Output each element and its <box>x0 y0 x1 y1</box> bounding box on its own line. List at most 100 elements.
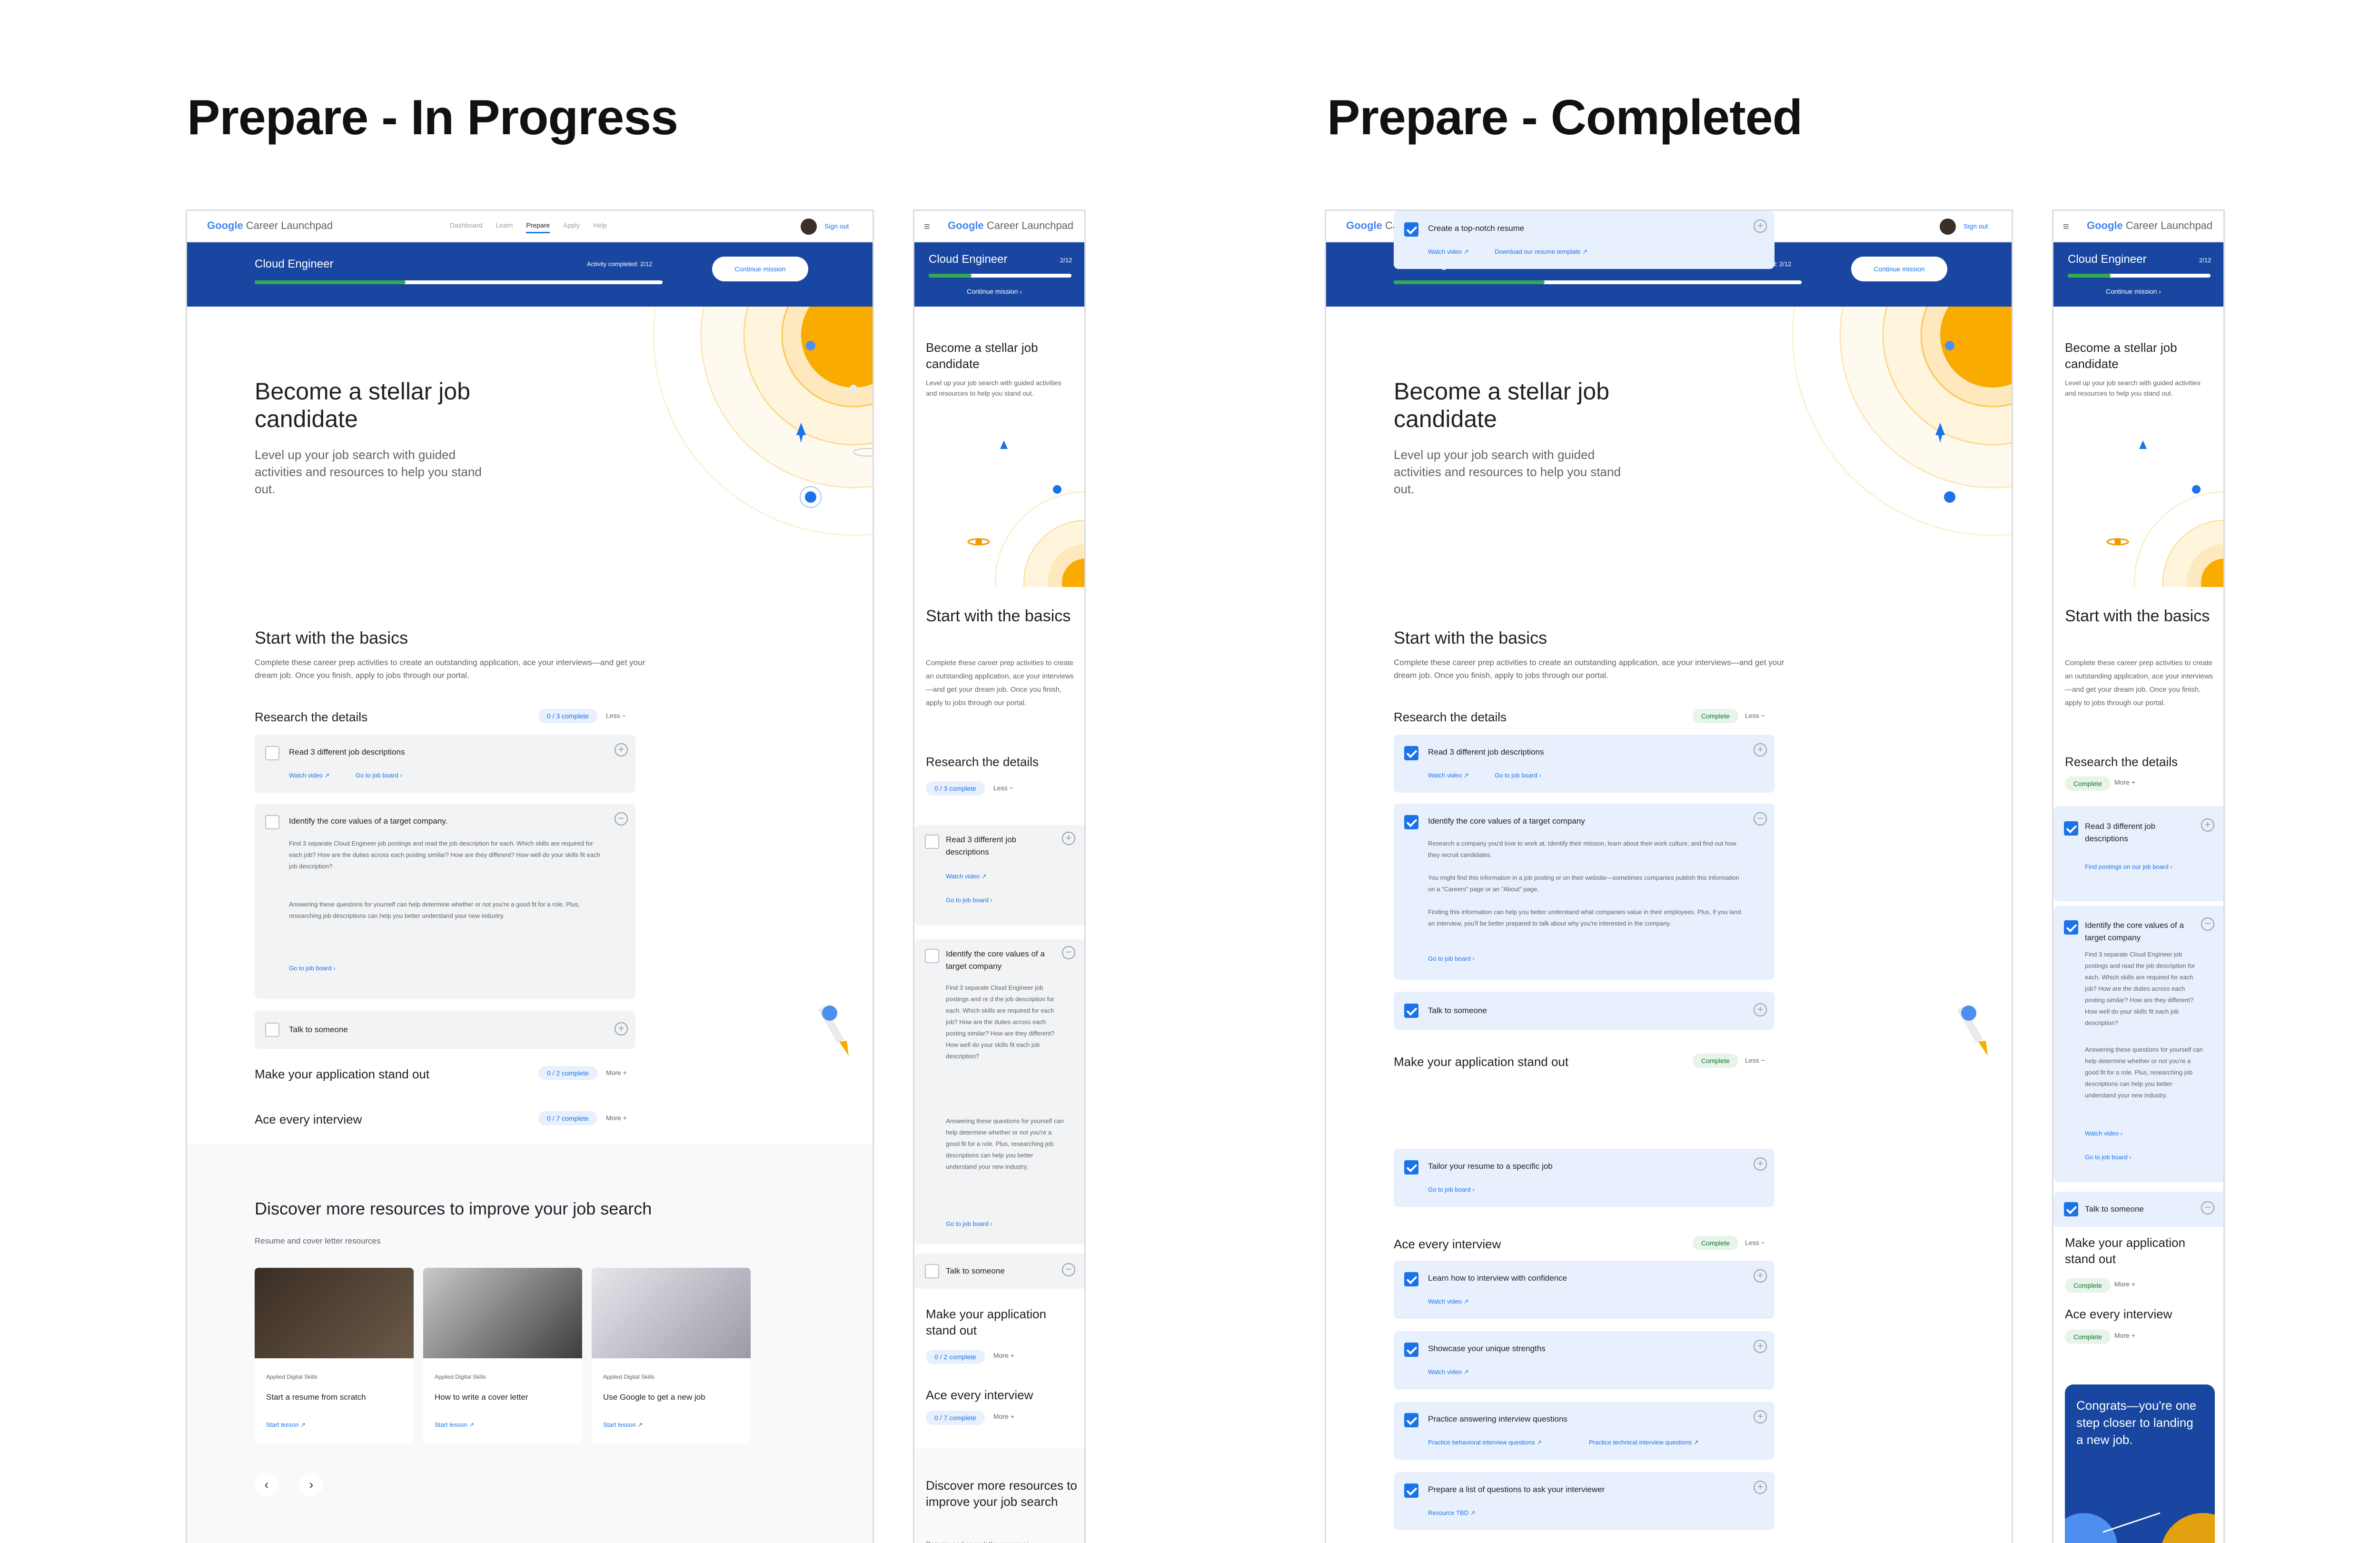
task-card-core-values[interactable]: Identify the core values of a target com… <box>255 804 635 999</box>
menu-icon[interactable]: ≡ <box>2063 220 2069 233</box>
sign-out-link[interactable]: Sign out <box>824 222 849 230</box>
task-card-questions[interactable]: Prepare a list of questions to ask your … <box>1394 1472 1775 1530</box>
expand-icon[interactable]: + <box>1754 1410 1767 1424</box>
carousel-next-button[interactable]: › <box>299 1473 323 1496</box>
watch-video-link[interactable]: Watch video › <box>2085 1130 2122 1137</box>
nav-prepare[interactable]: Prepare <box>526 221 550 233</box>
continue-mission-link[interactable]: Continue mission › <box>967 288 1022 295</box>
task-checkbox[interactable] <box>265 746 279 760</box>
task-checkbox[interactable] <box>1404 1413 1418 1427</box>
task-checkbox[interactable] <box>1404 815 1418 829</box>
avatar[interactable] <box>801 219 817 235</box>
watch-video-link[interactable]: Watch video ↗ <box>1428 1368 1469 1376</box>
task-card-resume[interactable]: Create a top-notch resume + Watch video … <box>1394 211 1775 269</box>
task-checkbox[interactable] <box>925 1264 939 1278</box>
watch-video-link[interactable]: Watch video ↗ <box>289 772 330 779</box>
task-checkbox[interactable] <box>2064 920 2078 935</box>
expand-icon[interactable]: + <box>615 743 628 757</box>
task-card-talk[interactable]: Talk to someone − <box>914 1254 1084 1289</box>
technical-questions-link[interactable]: Practice technical interview questions ↗ <box>1589 1439 1699 1446</box>
research-toggle[interactable]: More + <box>2114 778 2135 786</box>
task-card-read[interactable]: Read 3 different job descriptions + Watc… <box>1394 735 1775 793</box>
job-board-link[interactable]: Go to job board › <box>1428 955 1475 962</box>
task-card-strengths[interactable]: Showcase your unique strengths + Watch v… <box>1394 1331 1775 1389</box>
job-board-link[interactable]: Go to job board › <box>946 1220 992 1227</box>
collapse-icon[interactable]: − <box>615 812 628 826</box>
task-card-talk[interactable]: Talk to someone + <box>1394 992 1775 1030</box>
start-lesson-link[interactable]: Start lesson ↗ <box>266 1421 306 1429</box>
job-board-link[interactable]: Go to job board › <box>1495 772 1541 779</box>
interview-toggle[interactable]: More + <box>993 1413 1014 1420</box>
collapse-icon[interactable]: − <box>1062 1263 1075 1276</box>
task-card-read[interactable]: Read 3 different job descriptions + Find… <box>2053 806 2223 901</box>
stand-out-toggle[interactable]: More + <box>606 1069 627 1076</box>
watch-video-link[interactable]: Watch video ↗ <box>1428 772 1469 779</box>
job-board-link[interactable]: Go to job board › <box>289 965 336 972</box>
stand-out-toggle[interactable]: More + <box>2114 1280 2135 1288</box>
expand-icon[interactable]: + <box>1754 1157 1767 1171</box>
expand-icon[interactable]: + <box>1754 219 1767 233</box>
job-board-link[interactable]: Go to job board › <box>946 896 992 904</box>
task-card-practice[interactable]: Practice answering interview questions +… <box>1394 1402 1775 1460</box>
research-toggle[interactable]: Less − <box>993 784 1013 792</box>
task-card-core-values[interactable]: Identify the core values of a target com… <box>1394 804 1775 980</box>
collapse-icon[interactable]: − <box>1754 812 1767 826</box>
collapse-icon[interactable]: − <box>2201 1201 2214 1214</box>
task-card-read[interactable]: Read 3 different job descriptions + Watc… <box>255 735 635 793</box>
task-card-core-values[interactable]: Identify the core values of a target com… <box>914 939 1084 1244</box>
task-checkbox[interactable] <box>1404 1483 1418 1498</box>
task-checkbox[interactable] <box>925 835 939 849</box>
task-checkbox[interactable] <box>2064 821 2078 836</box>
task-checkbox[interactable] <box>1404 746 1418 760</box>
interview-toggle[interactable]: More + <box>606 1114 627 1122</box>
task-card-confidence[interactable]: Learn how to interview with confidence +… <box>1394 1261 1775 1319</box>
expand-icon[interactable]: + <box>1062 832 1075 845</box>
continue-mission-button[interactable]: Continue mission <box>1851 257 1947 281</box>
resume-template-link[interactable]: Download our resume template ↗ <box>1495 248 1587 256</box>
nav-learn[interactable]: Learn <box>496 221 513 233</box>
stand-out-toggle[interactable]: More + <box>993 1352 1014 1359</box>
watch-video-link[interactable]: Watch video ↗ <box>1428 1298 1469 1305</box>
job-board-link[interactable]: Go to job board › <box>2085 1154 2132 1161</box>
task-card-core-values[interactable]: Identify the core values of a target com… <box>2053 906 2223 1182</box>
resource-card[interactable]: Applied Digital Skills How to write a co… <box>423 1268 582 1444</box>
nav-help[interactable]: Help <box>593 221 607 233</box>
continue-mission-link[interactable]: Continue mission › <box>2106 288 2161 295</box>
task-checkbox[interactable] <box>1404 1272 1418 1286</box>
research-toggle[interactable]: Less − <box>606 712 626 719</box>
job-board-link[interactable]: Go to job board › <box>1428 1186 1475 1193</box>
carousel-prev-button[interactable]: ‹ <box>255 1473 278 1496</box>
task-checkbox[interactable] <box>925 949 939 963</box>
resource-link[interactable]: Resource TBD ↗ <box>1428 1509 1476 1517</box>
logo[interactable]: Google Career Launchpad <box>2087 219 2212 232</box>
start-lesson-link[interactable]: Start lesson ↗ <box>435 1421 474 1429</box>
watch-video-link[interactable]: Watch video ↗ <box>1428 248 1469 256</box>
stand-out-toggle[interactable]: Less − <box>1745 1056 1765 1064</box>
interview-toggle[interactable]: More + <box>2114 1332 2135 1339</box>
start-lesson-link[interactable]: Start lesson ↗ <box>603 1421 643 1429</box>
expand-icon[interactable]: + <box>1754 1481 1767 1494</box>
behavioral-questions-link[interactable]: Practice behavioral interview questions … <box>1428 1439 1542 1446</box>
expand-icon[interactable]: + <box>615 1022 628 1035</box>
task-checkbox[interactable] <box>2064 1202 2078 1216</box>
nav-dashboard[interactable]: Dashboard <box>450 221 483 233</box>
resource-card[interactable]: Applied Digital Skills Use Google to get… <box>592 1268 751 1444</box>
task-card-tailor[interactable]: Tailor your resume to a specific job + G… <box>1394 1149 1775 1207</box>
task-checkbox[interactable] <box>265 1023 279 1037</box>
task-checkbox[interactable] <box>1404 1343 1418 1357</box>
watch-video-link[interactable]: Watch video ↗ <box>946 873 987 880</box>
task-checkbox[interactable] <box>1404 222 1418 237</box>
job-board-link[interactable]: Find postings on our job board › <box>2085 863 2172 870</box>
collapse-icon[interactable]: − <box>2201 917 2214 931</box>
expand-icon[interactable]: + <box>1754 1003 1767 1016</box>
menu-icon[interactable]: ≡ <box>924 220 930 233</box>
logo[interactable]: Google Career Launchpad <box>207 219 333 232</box>
expand-icon[interactable]: + <box>1754 743 1767 757</box>
task-card-talk[interactable]: Talk to someone + <box>255 1011 635 1049</box>
collapse-icon[interactable]: − <box>1062 946 1075 959</box>
task-checkbox[interactable] <box>265 815 279 829</box>
task-card-read[interactable]: Read 3 different job descriptions + Watc… <box>914 825 1084 925</box>
logo[interactable]: Google Career Launchpad <box>948 219 1073 232</box>
expand-icon[interactable]: + <box>2201 818 2214 832</box>
research-toggle[interactable]: Less − <box>1745 712 1765 719</box>
